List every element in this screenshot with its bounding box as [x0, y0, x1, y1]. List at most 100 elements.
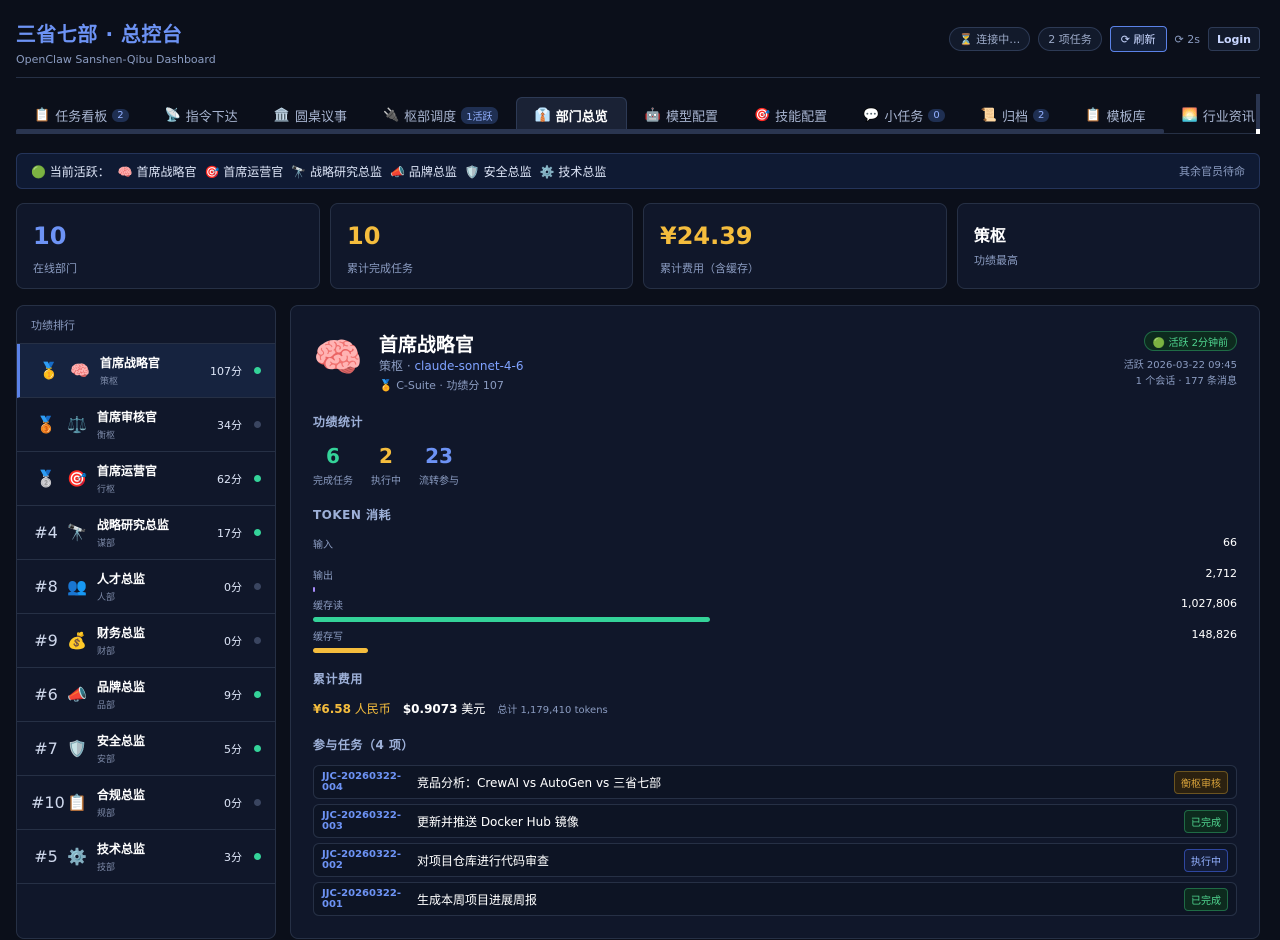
official-detail-panel: 🧠 首席战略官 策枢 · claude-sonnet-4-6 🏅 C-Suite… — [290, 305, 1260, 939]
task-row[interactable]: JJC-20260322-004 竞品分析：CrewAI vs AutoGen v… — [313, 765, 1237, 799]
ranking-item[interactable]: 🥇 🧠 首席战略官 策枢 107分 — [17, 344, 275, 398]
task-count-chip[interactable]: 2 项任务 — [1038, 27, 1102, 51]
ranking-list: 🥇 🧠 首席战略官 策枢 107分 🥉 ⚖️ 首席审核官 衡枢 34分 🥈 🎯 首席运营官 行枢 62分 #4… — [17, 344, 275, 884]
ranking-item[interactable]: #5 ⚙️ 技术总监 技部 3分 — [17, 830, 275, 884]
task-row[interactable]: JJC-20260322-002 对项目仓库进行代码审查 执行中 — [313, 843, 1237, 877]
active-label: 🟢 当前活跃： — [31, 164, 110, 179]
cost-total-tokens: 总计 1,179,410 tokens — [497, 705, 608, 716]
rank-official-name: 技术总监 — [97, 842, 146, 856]
official-icon: 🧠 — [70, 361, 90, 380]
token-bar — [313, 648, 368, 653]
stat-card-completed-tasks: 10 累计完成任务 — [330, 203, 633, 289]
rank-official-name: 合规总监 — [97, 788, 146, 802]
status-dot — [254, 637, 261, 644]
task-status-tag: 执行中 — [1184, 848, 1228, 872]
ranking-item[interactable]: #9 💰 财务总监 财部 0分 — [17, 614, 275, 668]
stat-value: 策枢 — [974, 226, 1007, 245]
perf-label: 完成任务 — [313, 476, 353, 487]
tab-model-config[interactable]: 🤖 模型配置 — [627, 97, 736, 133]
token-label: 输入 — [313, 540, 333, 551]
ranking-item[interactable]: #8 👥 人才总监 人部 0分 — [17, 560, 275, 614]
rank-official-name: 品牌总监 — [97, 680, 146, 694]
official-icon: 💰 — [67, 631, 87, 650]
tab-scrollbar[interactable] — [16, 129, 1164, 134]
connection-status-chip: ⏳ 连接中… — [949, 27, 1031, 51]
active-official[interactable]: 📣 品牌总监 — [390, 163, 457, 180]
perf-completed: 6 完成任务 — [313, 444, 353, 487]
tab-skill-config[interactable]: 🎯 技能配置 — [736, 97, 845, 133]
perf-participation: 23 流转参与 — [419, 444, 459, 487]
task-row[interactable]: JJC-20260322-003 更新并推送 Docker Hub 镜像 已完成 — [313, 804, 1237, 838]
cost-usd-unit: 美元 — [461, 702, 486, 716]
tab-label: 部门总览 — [555, 110, 608, 125]
tab-department-overview[interactable]: 👔 部门总览 — [515, 97, 627, 133]
login-button[interactable]: Login — [1207, 27, 1260, 51]
rank-official-dept: 行枢 — [97, 485, 116, 495]
rank-official: 品牌总监 品部 — [97, 678, 224, 711]
tab-scrollbar-corner — [1256, 129, 1260, 134]
rank-position: #7 — [34, 739, 58, 758]
task-id[interactable]: JJC-20260322-003 — [322, 810, 417, 832]
perf-label: 执行中 — [371, 476, 401, 487]
status-badge: 🟢 活跃 2分钟前 — [1143, 331, 1237, 351]
perf-section-title: 功绩统计 — [313, 415, 364, 429]
tab-scrollbar-vertical[interactable] — [1256, 94, 1260, 130]
stat-label: 累计费用（含缓存） — [660, 262, 759, 275]
perf-label: 流转参与 — [419, 476, 459, 487]
tab-roundtable[interactable]: 🏛️ 圆桌议事 — [256, 97, 365, 133]
task-id[interactable]: JJC-20260322-004 — [322, 771, 417, 793]
official-icon: ⚖️ — [67, 415, 87, 434]
active-official[interactable]: 🛡️ 安全总监 — [465, 163, 532, 180]
task-id[interactable]: JJC-20260322-001 — [322, 888, 417, 910]
status-dot — [254, 421, 261, 428]
rank-official-dept: 人部 — [97, 593, 116, 603]
rank-position: #9 — [34, 631, 58, 650]
official-icon: 📣 — [67, 685, 87, 704]
building-icon: 🏛️ — [273, 107, 290, 123]
status-dot — [254, 745, 261, 752]
status-dot — [254, 367, 261, 374]
tab-archive[interactable]: 📜 归档 2 — [963, 97, 1068, 133]
tab-command[interactable]: 📡 指令下达 — [147, 97, 256, 133]
token-row: 输出 2,712 — [313, 567, 1237, 597]
active-official[interactable]: 🧠 首席战略官 — [118, 163, 197, 180]
ranking-item[interactable]: #10 📋 合规总监 规部 0分 — [17, 776, 275, 830]
ranking-item[interactable]: 🥉 ⚖️ 首席审核官 衡枢 34分 — [17, 398, 275, 452]
official-meta: 🏅 C-Suite · 功绩分 107 — [379, 379, 504, 392]
standby-note: 其余官员待命 — [1179, 165, 1245, 178]
tab-label: 指令下达 — [185, 109, 238, 125]
task-id[interactable]: JJC-20260322-002 — [322, 849, 417, 871]
tab-dispatch[interactable]: 🔌 枢部调度 1活跃 — [365, 97, 516, 133]
model-link[interactable]: claude-sonnet-4-6 — [414, 359, 523, 373]
tab-label: 模板库 — [1106, 109, 1146, 125]
token-section-title: TOKEN 消耗 — [313, 508, 392, 522]
refresh-interval[interactable]: ⟳ 2s — [1175, 33, 1200, 46]
token-value: 1,027,806 — [1181, 597, 1237, 610]
tab-templates[interactable]: 📋 模板库 — [1067, 97, 1163, 133]
active-official[interactable]: 🎯 首席运营官 — [205, 163, 284, 180]
refresh-button[interactable]: ⟳ 刷新 — [1109, 26, 1167, 52]
task-row[interactable]: JJC-20260322-001 生成本周项目进展周报 已完成 — [313, 882, 1237, 916]
task-status-tag: 已完成 — [1184, 887, 1228, 911]
official-icon: 👥 — [67, 577, 87, 596]
cost-cny-value: ¥6.58 — [313, 702, 351, 716]
rank-score: 0分 — [224, 634, 242, 648]
stat-card-online-departments: 10 在线部门 — [16, 203, 320, 289]
rank-official-name: 战略研究总监 — [97, 518, 170, 532]
active-official[interactable]: 🔭 战略研究总监 — [291, 163, 382, 180]
rank-official: 战略研究总监 谋部 — [97, 516, 217, 549]
tab-mini-tasks[interactable]: 💬 小任务 0 — [845, 97, 963, 133]
token-value: 66 — [1223, 536, 1237, 549]
cost-usd-value: $0.9073 — [402, 702, 458, 716]
status-dot — [254, 691, 261, 698]
ranking-item[interactable]: #4 🔭 战略研究总监 谋部 17分 — [17, 506, 275, 560]
official-name: 首席战略官 — [379, 334, 475, 356]
rank-official-dept: 技部 — [97, 863, 116, 873]
tab-task-board[interactable]: 📋 任务看板 2 — [16, 97, 147, 133]
ranking-item[interactable]: 🥈 🎯 首席运营官 行枢 62分 — [17, 452, 275, 506]
ranking-item[interactable]: #6 📣 品牌总监 品部 9分 — [17, 668, 275, 722]
ranking-item[interactable]: #7 🛡️ 安全总监 安部 5分 — [17, 722, 275, 776]
stat-card-total-cost: ¥24.39 累计费用（含缓存） — [643, 203, 947, 289]
active-official[interactable]: ⚙️ 技术总监 — [540, 163, 607, 180]
rank-official: 首席运营官 行枢 — [97, 462, 217, 495]
